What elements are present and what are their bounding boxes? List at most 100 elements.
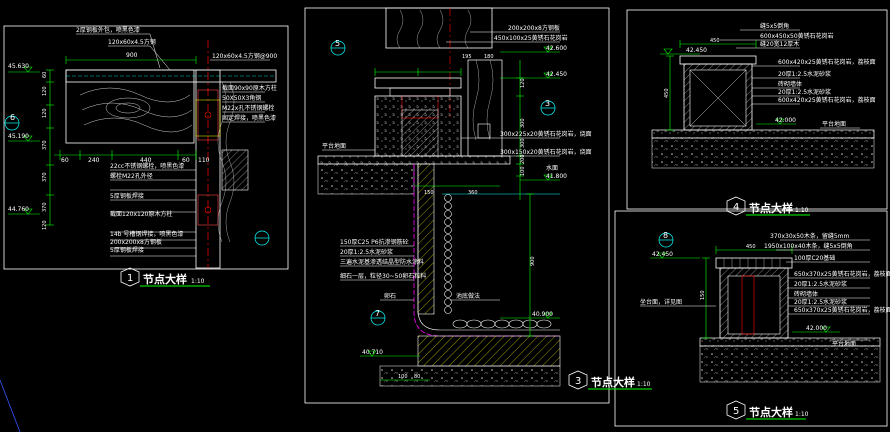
d4-note-9: 平台地面 — [822, 120, 846, 128]
d4-note-4: 600x420x25黄锈石花岗岩，荔枝面 — [778, 58, 876, 66]
d3-dim-3: 150 — [424, 190, 434, 196]
d4-dim-top: 450 — [710, 38, 720, 44]
d1-dim-h-1: 60 — [61, 157, 69, 164]
d1-section-mark: 6 — [10, 113, 15, 122]
d3-dim-9: 100 — [520, 166, 526, 176]
d5-scale: 1:10 — [795, 411, 809, 418]
d1-note-5: 50X50X3角钢 — [222, 94, 261, 102]
d3-dim-1: 195 — [462, 54, 472, 60]
d3-dim-7: 300 — [520, 138, 526, 148]
d1-note-10: 5厚钢板焊接 — [110, 192, 144, 200]
d4-note-7: 20厚1:2.5水泥砂浆 — [778, 88, 831, 96]
d1-dim-v-6: 370 — [42, 202, 48, 212]
d5-note-3: 100厚C20基础 — [794, 254, 835, 262]
d4-note-8: 600x420x25黄锈石花岗岩，荔枝面 — [778, 96, 876, 104]
d4-title: 节点大样 — [749, 201, 793, 215]
d1-dim-v-3: 120 — [42, 108, 48, 118]
d5-note-2: 1950x100x40木条，缝5x5倒角 — [764, 242, 853, 250]
d1-scale: 1:10 — [191, 278, 205, 285]
d5-note-5: 20厚1:2.5水泥砂浆 — [794, 280, 847, 288]
d5-note-4: 650x370x25黄锈石花岗岩，荔枝面 — [794, 270, 890, 278]
d5-note-7: 20厚1:2.5水泥砂浆 — [794, 298, 847, 306]
d3-note-5: 平台地面 — [322, 142, 346, 150]
detail-3-group — [317, 7, 652, 390]
d4-level-2: 42.000 — [775, 117, 796, 124]
d3-note-1: 200x200x8方钢板 — [508, 24, 560, 32]
d3-dim-10: 900 — [530, 256, 536, 266]
d4-dim-side: 450 — [664, 88, 670, 98]
d5-title: 节点大样 — [749, 405, 793, 419]
d3-note-4: 300x150x20黄锈石花岗岩，烧面 — [500, 148, 592, 156]
d1-note-1: 2厚钢板外包，喷黑色漆 — [76, 26, 140, 34]
d3-dim-12: 80 — [414, 374, 420, 380]
d3-dim-8: 200 — [520, 154, 526, 164]
d3-dim-11: 100 — [398, 374, 408, 380]
d4-note-1: 缝5x5倒角 — [760, 22, 789, 30]
d1-note-12: 14b 号槽钢焊接，喷黑色漆 — [110, 230, 183, 238]
d3-dim-2: 180 — [484, 54, 494, 60]
d3-section-7: 7 — [375, 309, 380, 318]
d5-note-6: 砖砌墙体 — [794, 290, 818, 298]
d3-note-8: 三遍水泥基渗透结晶型防水涂料 — [340, 258, 424, 266]
d3-section-5: 5 — [335, 39, 340, 48]
d5-dim-top: 450 — [746, 244, 756, 250]
d3-title: 节点大样 — [591, 375, 635, 389]
d5-note-8: 650x370x25黄锈石花岗岩，荔枝面 — [794, 306, 890, 314]
d5-note-10: 平台地面 — [832, 340, 856, 348]
d4-note-3: 缝20宽12厚木 — [760, 40, 799, 48]
d3-level-2: 42.450 — [546, 71, 567, 78]
d1-title: 节点大样 — [143, 272, 187, 286]
detail-5-group — [640, 232, 881, 420]
d3-level-4: 40.900 — [532, 311, 553, 318]
d3-title-number: 3 — [575, 376, 581, 387]
d4-note-5: 20厚1:2.5水泥砂浆 — [778, 70, 831, 78]
d5-level-1: 42.450 — [652, 251, 673, 258]
d3-note-11: 池底做法 — [456, 292, 480, 300]
d1-dim-v-7: 120 — [42, 220, 48, 230]
d5-title-number: 5 — [733, 406, 739, 417]
d3-level-1: 42.600 — [546, 45, 567, 52]
d4-note-6: 砖砌墙体 — [778, 80, 802, 88]
d4-title-number: 4 — [733, 202, 739, 213]
d1-level-2: 45.190 — [8, 133, 29, 140]
d1-level-3: 44.760 — [8, 206, 29, 213]
d3-note-3: 300x225x20黄锈石花岗岩，烧面 — [500, 130, 592, 138]
d3-dim-6: 300 — [520, 118, 526, 128]
d1-note-6: M22x孔不锈钢螺栓 — [222, 104, 274, 112]
d3-note-7: 20厚1:2.5水泥砂浆 — [340, 248, 393, 256]
d1-note-9: 螺栓M22孔外径 — [110, 172, 153, 180]
d1-note-3: 120x60x4.5方钢@900 — [212, 52, 277, 60]
d1-title-number: 1 — [127, 273, 133, 284]
d5-note-1: 370x30x50木条，留缝5mm — [770, 232, 849, 240]
d1-note-11: 截面120x120原木方柱 — [110, 210, 172, 218]
cad-drawing-canvas: 45.630 45.190 44.760 6 900 60 240 440 60… — [0, 0, 890, 432]
d1-dim-top: 900 — [126, 52, 138, 59]
d1-dim-v-5: 370 — [42, 172, 48, 182]
d4-note-2: 600x450x50黄锈石花岗岩 — [760, 32, 834, 40]
d3-dim-5: 120 — [520, 78, 526, 88]
d3-level-5: 40.710 — [362, 349, 383, 356]
d3-level-3: 41.800 — [546, 173, 567, 180]
d3-note-10: 水面 — [546, 164, 558, 172]
d3-note-12: 卵石 — [384, 292, 396, 300]
d1-note-8: 22cc不锈钢螺栓，喷黑色漆 — [110, 162, 184, 170]
d1-note-7: 固定焊接，喷黑色漆 — [222, 114, 276, 122]
d1-dim-v-1: 60 — [42, 72, 48, 78]
d5-dim-side: 150 — [700, 290, 706, 300]
d4-scale: 1:10 — [795, 207, 809, 214]
d4-level-1: 42.450 — [686, 47, 707, 54]
d1-dim-h-5: 110 — [198, 157, 210, 164]
frame-edge-line — [0, 379, 21, 432]
d1-note-4: 截面90x90原木方柱 — [222, 84, 277, 92]
d1-note-2: 120x60x4.5方钢 — [108, 38, 156, 46]
d1-dim-v-4: 370 — [42, 140, 48, 150]
d3-note-6: 150厚C25 P6抗渗钢筋砼 — [340, 238, 409, 246]
d1-dim-h-2: 240 — [88, 157, 100, 164]
d3-note-9: 细石一层，粒径30~50卵石粒料 — [340, 272, 426, 280]
d5-note-9: 坐台面，详见图 — [640, 298, 682, 306]
d5-section-8: 8 — [663, 231, 668, 240]
cad-drawing: 45.630 45.190 44.760 6 900 60 240 440 60… — [0, 7, 890, 432]
d1-note-14: 5厚钢板焊接 — [110, 246, 144, 254]
d1-dim-v-2: 120 — [42, 86, 48, 96]
d1-note-13: 200x200x8方钢板 — [110, 238, 162, 246]
